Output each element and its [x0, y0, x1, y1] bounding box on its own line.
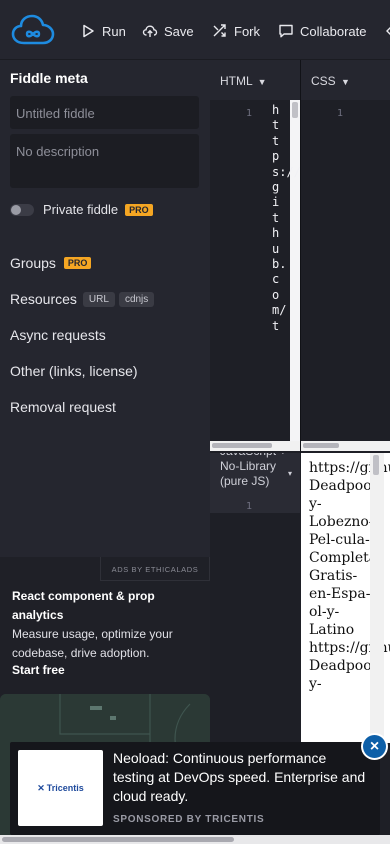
sidebar-item-label: Other (links, license): [10, 363, 138, 379]
tricentis-logo[interactable]: ✕ Tricentis: [18, 750, 103, 826]
fiddle-description-input[interactable]: No description: [10, 134, 199, 188]
ad-title[interactable]: React component & prop analytics: [12, 587, 197, 625]
sidebar-item-other[interactable]: Other (links, license): [10, 363, 138, 379]
fork-button[interactable]: Fork: [212, 20, 260, 42]
sidebar-item-resources[interactable]: Resources URL cdnjs: [10, 291, 155, 307]
chevron-down-icon: ▼: [341, 77, 350, 87]
fiddle-description-placeholder: No description: [16, 144, 100, 159]
banner-text[interactable]: Neoload: Continuous performance testing …: [113, 749, 368, 806]
js-language-label[interactable]: JavaScript + No-Library (pure JS): [220, 453, 294, 489]
shuffle-icon: [213, 24, 226, 37]
sidebar-item-label: Groups: [10, 255, 56, 271]
close-icon: ×: [363, 735, 386, 758]
close-banner-button[interactable]: ×: [361, 733, 388, 760]
line-number: 1: [337, 108, 344, 119]
sidebar: Fiddle meta Untitled fiddle No descripti…: [0, 60, 210, 557]
css-hscroll[interactable]: [301, 441, 390, 451]
play-icon: [83, 24, 94, 38]
chevron-down-icon: ▼: [257, 77, 267, 87]
javascript-editor[interactable]: [210, 513, 300, 742]
sidebar-title: Fiddle meta: [10, 70, 88, 86]
pro-badge: PRO: [63, 257, 92, 269]
resource-chip-cdnjs[interactable]: cdnjs: [118, 291, 155, 307]
tab-html-label: HTML: [220, 74, 253, 88]
overflow-arrow-icon[interactable]: [384, 24, 390, 38]
private-fiddle-label: Private fiddle: [43, 202, 119, 217]
run-button[interactable]: Run: [80, 20, 126, 42]
private-fiddle-row: Private fiddle PRO: [10, 202, 153, 217]
private-fiddle-toggle[interactable]: [10, 203, 34, 216]
sidebar-item-label: Resources: [10, 291, 77, 307]
banner-sponsor: SPONSORED BY TRICENTIS: [113, 814, 265, 825]
html-scrollbar-track[interactable]: [290, 100, 300, 441]
collaborate-label: Collaborate: [300, 23, 367, 39]
fork-label: Fork: [234, 23, 260, 39]
sidebar-item-groups[interactable]: Groups PRO: [10, 255, 92, 271]
ad-description: Measure usage, optimize your codebase, d…: [12, 627, 173, 660]
javascript-panel[interactable]: JavaScript + No-Library (pure JS) ▾: [210, 453, 300, 513]
tab-css[interactable]: CSS ▼: [301, 60, 390, 100]
sponsored-banner[interactable]: ✕ Tricentis Neoload: Continuous performa…: [10, 742, 380, 835]
result-scrollbar-track[interactable]: [370, 453, 384, 743]
tricentis-logo-icon: ✕: [37, 782, 45, 793]
tab-css-label: CSS: [311, 74, 336, 88]
tab-html[interactable]: HTML ▼: [210, 60, 300, 100]
css-editor[interactable]: 1: [301, 100, 390, 441]
collaborate-button[interactable]: Collaborate: [278, 20, 367, 42]
result-scrollbar-thumb[interactable]: [373, 455, 379, 475]
chevron-down-icon[interactable]: ▾: [288, 466, 292, 481]
fiddle-name-input[interactable]: Untitled fiddle: [10, 96, 199, 129]
ads-by-label[interactable]: ADS BY ETHICALADS: [100, 557, 210, 581]
save-label: Save: [164, 23, 194, 39]
page-hscroll[interactable]: [0, 835, 390, 844]
line-number: 1: [246, 108, 253, 119]
html-hscroll[interactable]: [210, 441, 300, 451]
result-text: https://github.com/VER-Deadpool-y-Lobezn…: [309, 460, 390, 692]
sidebar-item-removal-request[interactable]: Removal request: [10, 399, 116, 415]
sidebar-item-label: Removal request: [10, 399, 116, 415]
chat-bubble-icon: [279, 24, 293, 38]
fiddle-name-placeholder: Untitled fiddle: [16, 106, 95, 121]
page-hscroll-thumb[interactable]: [2, 837, 234, 842]
result-panel[interactable]: https://github.com/VER-Deadpool-y-Lobezn…: [301, 453, 390, 743]
html-editor[interactable]: 1: [210, 100, 300, 441]
run-label: Run: [102, 23, 126, 39]
resource-chip-url[interactable]: URL: [82, 291, 115, 307]
save-button[interactable]: Save: [142, 20, 194, 42]
sidebar-item-async-requests[interactable]: Async requests: [10, 327, 106, 343]
top-toolbar: Run Save Fork Collaborate: [0, 0, 390, 60]
html-code[interactable]: https://github.com/t: [272, 103, 301, 334]
html-hscroll-thumb[interactable]: [212, 443, 272, 448]
line-number: 1: [246, 501, 253, 512]
tricentis-logo-text: Tricentis: [46, 783, 84, 793]
css-hscroll-thumb[interactable]: [303, 443, 339, 448]
ad-cta-link[interactable]: Start free: [12, 663, 65, 677]
html-scrollbar-thumb[interactable]: [292, 102, 298, 118]
cloud-upload-icon: [142, 25, 158, 37]
app-root: Run Save Fork Collaborate Fiddle meta Un…: [0, 0, 390, 844]
jsfiddle-logo-icon[interactable]: [10, 12, 56, 48]
sidebar-item-label: Async requests: [10, 327, 106, 343]
pro-badge: PRO: [125, 203, 153, 216]
